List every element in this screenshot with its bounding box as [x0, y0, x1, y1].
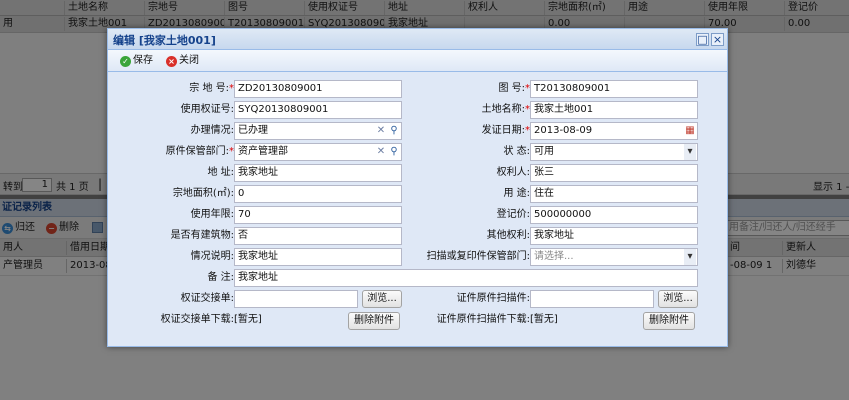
- scan-dept-placeholder: 请选择...: [534, 251, 574, 262]
- situation-label: 情况说明:: [190, 251, 234, 262]
- close-button[interactable]: × 关闭: [166, 53, 199, 69]
- chevron-down-icon[interactable]: ▾: [684, 249, 696, 265]
- scan-browse-button[interactable]: 浏览...: [658, 290, 698, 308]
- search-icon[interactable]: ⚲: [388, 123, 400, 139]
- clear-icon[interactable]: ✕: [375, 144, 387, 160]
- status-select[interactable]: 可用 ▾: [530, 143, 698, 161]
- dept-combo[interactable]: 资产管理部 ✕ ⚲: [234, 143, 402, 161]
- issue-date-label: 发证日期:*: [481, 125, 530, 136]
- cert-no-label: 使用权证号:: [180, 104, 234, 115]
- owner-input[interactable]: 张三: [530, 164, 698, 182]
- handover-delete-attachment-button[interactable]: 删除附件: [348, 312, 400, 330]
- close-icon[interactable]: ×: [711, 33, 724, 46]
- reg-price-input[interactable]: 500000000: [530, 206, 698, 224]
- owner-label: 权利人:: [496, 167, 530, 178]
- handover-browse-button[interactable]: 浏览...: [362, 290, 402, 308]
- map-no-label: 图 号:*: [498, 83, 530, 94]
- scan-file-input[interactable]: [530, 290, 654, 308]
- check-icon: ✓: [120, 56, 131, 67]
- area-input[interactable]: 0: [234, 185, 402, 203]
- zd-no-label: 宗 地 号:*: [189, 83, 234, 94]
- search-icon[interactable]: ⚲: [388, 144, 400, 160]
- scan-label: 证件原件扫描件:: [456, 293, 530, 304]
- usage-label: 用 途:: [503, 188, 530, 199]
- maximize-icon[interactable]: □: [696, 33, 709, 46]
- building-label: 是否有建筑物:: [170, 230, 234, 241]
- dept-label: 原件保管部门:*: [165, 146, 234, 157]
- status-label: 状 态:: [503, 146, 530, 157]
- remark-input[interactable]: 我家地址: [234, 269, 698, 287]
- scan-dept-label: 扫描或复印件保管部门:: [426, 251, 530, 262]
- usage-input[interactable]: 住在: [530, 185, 698, 203]
- dialog-title: 编辑 [我家土地001]: [113, 34, 216, 47]
- issue-date-value: 2013-08-09: [534, 125, 593, 136]
- calendar-icon[interactable]: ▦: [684, 123, 696, 139]
- address-input[interactable]: 我家地址: [234, 164, 402, 182]
- remark-label: 备 注:: [207, 272, 234, 283]
- handle-combo[interactable]: 已办理 ✕ ⚲: [234, 122, 402, 140]
- scan-dept-select[interactable]: 请选择... ▾: [530, 248, 698, 266]
- handover-label: 权证交接单:: [180, 293, 234, 304]
- other-rights-label: 其他权利:: [486, 230, 530, 241]
- edit-land-dialog: 编辑 [我家土地001] □ × ✓ 保存 × 关闭 宗 地 号:* ZD20130…: [107, 28, 728, 347]
- clear-icon[interactable]: ✕: [375, 123, 387, 139]
- cancel-icon: ×: [166, 56, 177, 67]
- dialog-toolbar: ✓ 保存 × 关闭: [108, 50, 727, 72]
- status-value: 可用: [534, 146, 554, 157]
- save-label: 保存: [133, 55, 153, 66]
- building-input[interactable]: 否: [234, 227, 402, 245]
- years-label: 使用年限:: [190, 209, 234, 220]
- cert-no-input[interactable]: SYQ20130809001: [234, 101, 402, 119]
- land-name-label: 土地名称:*: [481, 104, 530, 115]
- handover-download-label: 权证交接单下载:: [160, 314, 234, 325]
- handover-file-input[interactable]: [234, 290, 358, 308]
- dialog-form: 宗 地 号:* ZD20130809001 图 号:* T20130809001…: [108, 72, 727, 346]
- years-input[interactable]: 70: [234, 206, 402, 224]
- handover-download-value: [暂无]: [234, 314, 262, 325]
- handle-value: 已办理: [238, 125, 268, 136]
- address-label: 地 址:: [207, 167, 234, 178]
- situation-input[interactable]: 我家地址: [234, 248, 402, 266]
- dept-value: 资产管理部: [238, 146, 288, 157]
- scan-delete-attachment-button[interactable]: 删除附件: [643, 312, 695, 330]
- close-label: 关闭: [179, 55, 199, 66]
- handle-label: 办理情况:: [190, 125, 234, 136]
- land-name-input[interactable]: 我家土地001: [530, 101, 698, 119]
- chevron-down-icon[interactable]: ▾: [684, 144, 696, 160]
- map-no-input[interactable]: T20130809001: [530, 80, 698, 98]
- issue-date-field[interactable]: 2013-08-09 ▦: [530, 122, 698, 140]
- save-button[interactable]: ✓ 保存: [120, 53, 153, 69]
- reg-price-label: 登记价:: [496, 209, 530, 220]
- zd-no-input[interactable]: ZD20130809001: [234, 80, 402, 98]
- dialog-header[interactable]: 编辑 [我家土地001] □ ×: [108, 29, 727, 50]
- other-rights-input[interactable]: 我家地址: [530, 227, 698, 245]
- scan-download-value: [暂无]: [530, 314, 558, 325]
- scan-download-label: 证件原件扫描件下载:: [436, 314, 530, 325]
- area-label: 宗地面积(㎡):: [172, 188, 234, 199]
